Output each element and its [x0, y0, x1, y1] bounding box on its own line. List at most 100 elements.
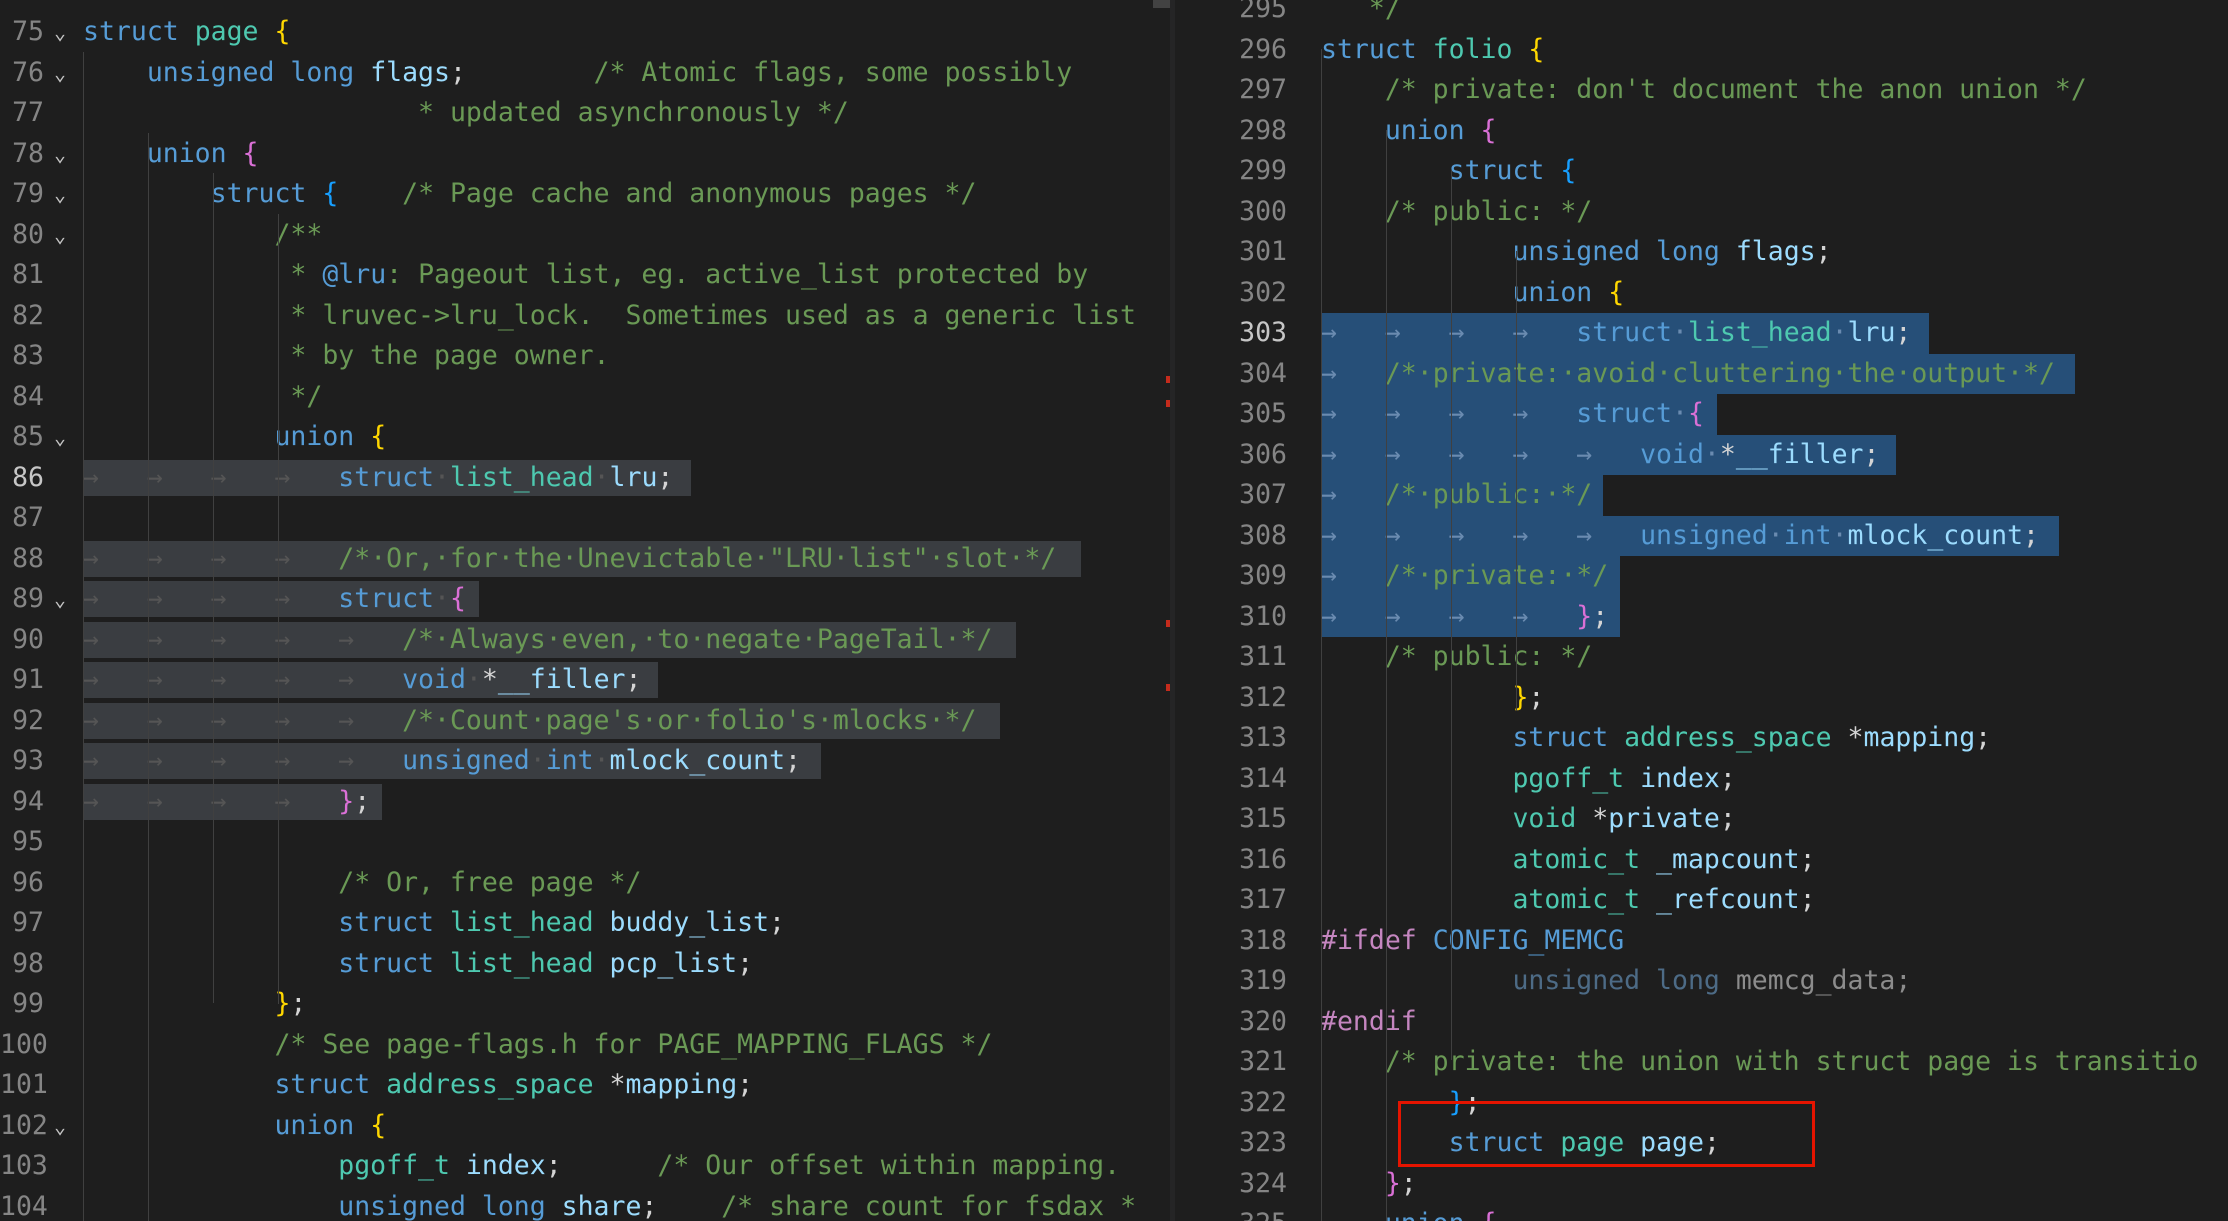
code-line[interactable]: 320 #endif [1175, 1002, 2228, 1043]
code-line[interactable]: 308 → → → → → unsigned·int·mlock_count; [1175, 515, 2228, 556]
fold-chevron-icon[interactable]: ⌄ [54, 579, 66, 620]
code-line[interactable]: 91 → → → → → void·*__filler; [0, 660, 1170, 701]
code-line[interactable]: 325 union { [1175, 1204, 2228, 1221]
code-line[interactable]: 75 ⌄ struct page { [0, 12, 1170, 53]
code-token: ; [1799, 843, 1816, 875]
code-line[interactable]: 76 ⌄ unsigned long flags; /* Atomic flags… [0, 53, 1170, 94]
code-token: ; [1863, 438, 1880, 470]
fold-chevron-icon[interactable]: ⌄ [54, 174, 66, 215]
fold-chevron-icon[interactable]: ⌄ [54, 134, 66, 175]
code-line[interactable]: 321 /* private: the union with struct pa… [1175, 1042, 2228, 1083]
code-line[interactable]: 82 * lruvec->lru_lock. Sometimes used as… [0, 296, 1170, 337]
fold-chevron-icon[interactable]: ⌄ [54, 53, 66, 94]
code-line[interactable]: 84 */ [0, 377, 1170, 418]
code-line[interactable]: 98 struct list_head pcp_list; [0, 944, 1170, 985]
code-token: } [83, 988, 291, 1019]
code-token: ; [641, 1190, 658, 1221]
right-editor-pane[interactable]: 295 */296 struct folio {297 /* private: d… [1175, 0, 2228, 1221]
code-line[interactable]: 304 → /*·private:·avoid·cluttering·the·ou… [1175, 353, 2228, 394]
line-number: 309 [1239, 560, 1287, 591]
code-token: unsigned [402, 745, 530, 776]
code-line[interactable]: 92 → → → → → /*·Count·page's·or·folio's·m… [0, 701, 1170, 742]
code-line[interactable]: 101 struct address_space *mapping; [0, 1065, 1170, 1106]
code-text: /* See page-flags.h for PAGE_MAPPING_FLA… [83, 1025, 992, 1066]
code-line[interactable]: 104 unsigned long share; /* share count … [0, 1187, 1170, 1221]
code-token: * updated asynchronously */ [83, 97, 849, 128]
code-line[interactable]: 298 union { [1175, 111, 2228, 152]
code-line[interactable]: 97 struct list_head buddy_list; [0, 903, 1170, 944]
line-number: 325 [1175, 1204, 1287, 1221]
code-line[interactable]: 87 [0, 498, 1170, 539]
code-line[interactable]: 299 struct { [1175, 151, 2228, 192]
code-line[interactable]: 307 → /*·public:·*/ [1175, 475, 2228, 516]
code-line[interactable]: 85 ⌄ union { [0, 417, 1170, 458]
fold-chevron-icon[interactable]: ⌄ [54, 215, 66, 256]
code-line[interactable]: 297 /* private: don't document the anon … [1175, 70, 2228, 111]
code-token: * by the page owner. [83, 340, 610, 371]
line-number: 82 [12, 299, 44, 331]
code-token: ; [1799, 884, 1816, 915]
code-token: ; [785, 745, 802, 776]
code-line[interactable]: 79 ⌄ struct { /* Page cache and anonymous… [0, 174, 1170, 215]
code-line[interactable]: 96 /* Or, free page */ [0, 863, 1170, 904]
code-line[interactable]: 88 → → → → /*·Or,·for·the·Unevictable·"LR… [0, 539, 1170, 580]
code-line[interactable]: 324 }; [1175, 1164, 2228, 1205]
code-text: struct list_head buddy_list; [83, 903, 785, 944]
code-line[interactable]: 311 /* public: */ [1175, 637, 2228, 678]
fold-chevron-icon[interactable]: ⌄ [54, 417, 66, 458]
code-line[interactable]: 305 → → → → struct·{ [1175, 394, 2228, 435]
code-token: { [274, 16, 291, 47]
code-line[interactable]: 312 }; [1175, 678, 2228, 719]
code-line[interactable]: 77 * updated asynchronously */ [0, 93, 1170, 134]
code-line[interactable]: 313 struct address_space *mapping; [1175, 718, 2228, 759]
code-line[interactable]: 89 ⌄ → → → → struct·{ [0, 579, 1170, 620]
code-text: → /*·public:·*/ [1321, 475, 1592, 516]
code-token: ; [737, 1069, 754, 1100]
code-text: struct address_space *mapping; [83, 1065, 753, 1106]
code-token: unsigned long [1321, 236, 1736, 267]
code-line[interactable]: 78 ⌄ union { [0, 134, 1170, 175]
code-line[interactable]: 300 /* public: */ [1175, 192, 2228, 233]
code-token: → → → → [1321, 398, 1577, 429]
code-token: lru [609, 461, 658, 493]
code-line[interactable]: 319 unsigned long memcg_data; [1175, 961, 2228, 1002]
code-line[interactable]: 93 → → → → → unsigned·int·mlock_count; [0, 741, 1170, 782]
line-number: 324 [1239, 1167, 1287, 1199]
code-line[interactable]: 306 → → → → → void·*__filler; [1175, 434, 2228, 475]
code-line[interactable]: 318 #ifdef CONFIG_MEMCG [1175, 921, 2228, 962]
code-line[interactable]: 80 ⌄ /** [0, 215, 1170, 256]
code-line[interactable]: 103 pgoff_t index; /* Our offset within … [0, 1146, 1170, 1187]
code-line[interactable]: 86 → → → → struct·list_head·lru; [0, 458, 1170, 499]
fold-chevron-icon[interactable]: ⌄ [54, 1106, 66, 1147]
code-text: * updated asynchronously */ [83, 93, 849, 134]
code-line[interactable]: 95 [0, 822, 1170, 863]
code-line[interactable]: 302 union { [1175, 273, 2228, 314]
code-line[interactable]: 295 */ [1175, 0, 2228, 30]
code-line[interactable]: 303 → → → → struct·list_head·lru; [1175, 313, 2228, 354]
fold-chevron-icon[interactable]: ⌄ [54, 12, 66, 53]
code-token: ; [2023, 519, 2040, 551]
code-text: → → → → struct·{ [83, 579, 466, 620]
code-line[interactable]: 296 struct folio { [1175, 30, 2228, 71]
code-line[interactable]: 317 atomic_t _refcount; [1175, 880, 2228, 921]
code-line[interactable]: 102 ⌄ union { [0, 1106, 1170, 1147]
code-token: index [465, 1150, 546, 1181]
code-token: * [1719, 438, 1736, 470]
code-line[interactable]: 314 pgoff_t index; [1175, 759, 2228, 800]
code-text: }; [1321, 678, 1544, 719]
code-line[interactable]: 81 * @lru: Pageout list, eg. active_list… [0, 255, 1170, 296]
code-line[interactable]: 316 atomic_t _mapcount; [1175, 840, 2228, 881]
code-line[interactable]: 94 → → → → }; [0, 782, 1170, 823]
left-scrollbar-thumb[interactable] [1153, 0, 1170, 8]
code-line[interactable]: 309 → /*·private:·*/ [1175, 556, 2228, 597]
left-editor-pane[interactable]: 75 ⌄ struct page {76 ⌄ unsigned long flags;… [0, 0, 1170, 1221]
code-line[interactable]: 83 * by the page owner. [0, 336, 1170, 377]
code-line[interactable]: 301 unsigned long flags; [1175, 232, 2228, 273]
code-line[interactable]: 90 → → → → → /*·Always·even,·to·negate·Pa… [0, 620, 1170, 661]
code-token: · [1831, 519, 1848, 551]
code-text: */ [1321, 0, 1401, 30]
code-line[interactable]: 99 }; [0, 984, 1170, 1025]
code-line[interactable]: 310 → → → → }; [1175, 596, 2228, 637]
code-line[interactable]: 100 /* See page-flags.h for PAGE_MAPPING… [0, 1025, 1170, 1066]
code-line[interactable]: 315 void *private; [1175, 799, 2228, 840]
